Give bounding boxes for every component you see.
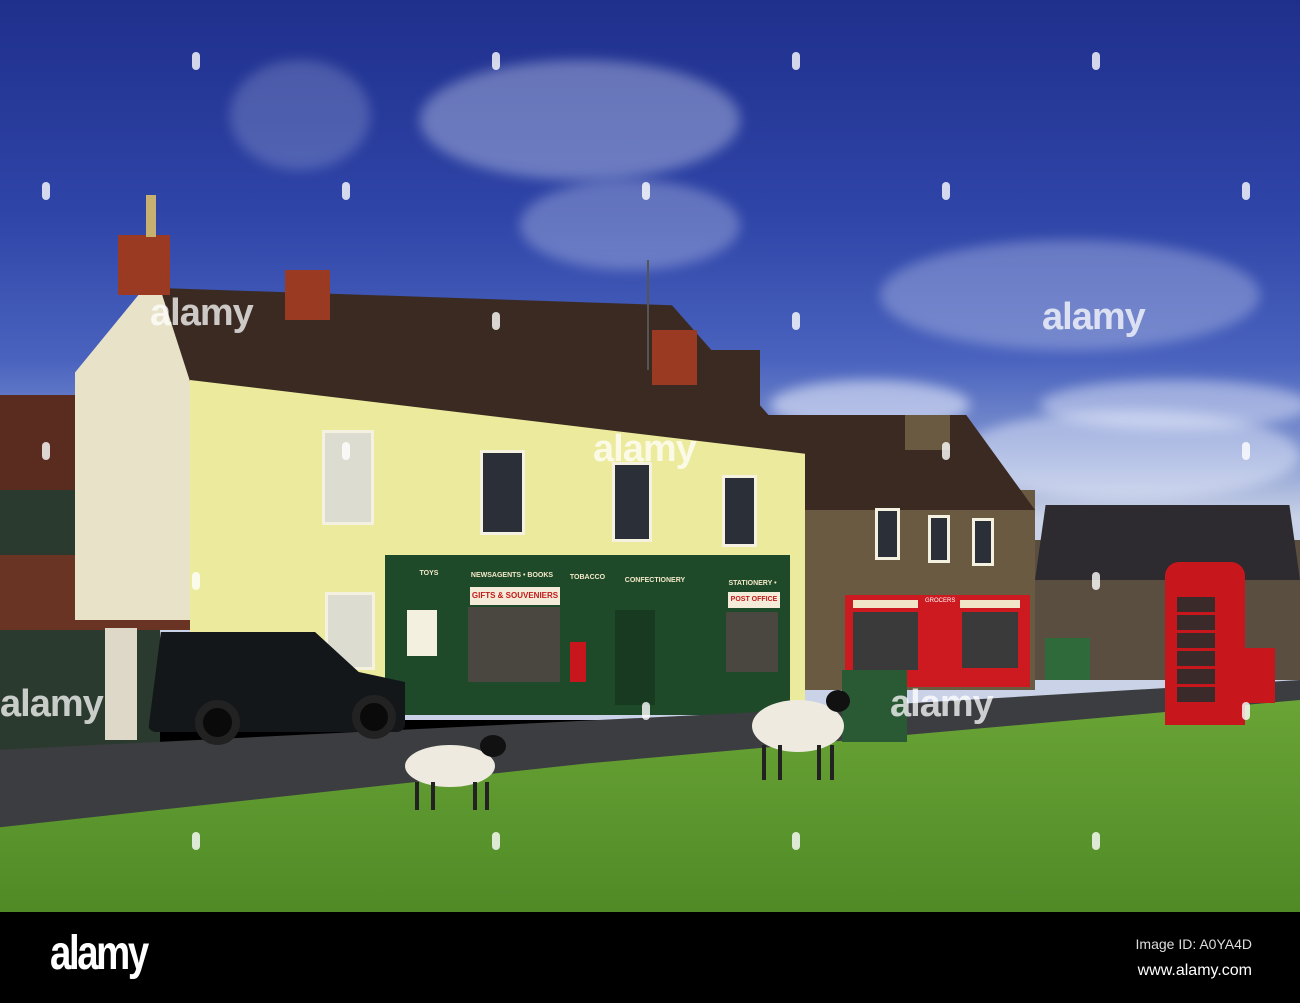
newsagents-sign: NEWSAGENTS • BOOKS	[462, 570, 562, 582]
alamy-logo: alamy	[50, 927, 149, 980]
footer-bar: alamy Image ID: A0YA4D www.alamy.com	[0, 912, 1300, 1003]
grocers-sign: GROCERS	[925, 598, 956, 604]
post-office-sign: POST OFFICE	[728, 592, 780, 608]
confectionery-sign: CONFECTIONERY	[605, 575, 705, 587]
watermark: alamy	[593, 428, 697, 470]
watermark: alamy	[1042, 296, 1146, 338]
toys-sign: TOYS	[410, 568, 448, 580]
gifts-sign: GIFTS & SOUVENIERS	[470, 587, 560, 605]
watermark: alamy	[890, 683, 994, 725]
image-id: Image ID: A0YA4D	[1135, 936, 1252, 952]
watermark: alamy	[0, 683, 104, 725]
village-green-photo: GROCERS TOYS NEWSAGENTS • BOOKS TOBACCO …	[0, 0, 1300, 912]
post-box	[1243, 648, 1275, 703]
alamy-url[interactable]: www.alamy.com	[1138, 962, 1252, 980]
tobacco-sign: TOBACCO	[565, 572, 610, 584]
watermark: alamy	[150, 292, 254, 334]
